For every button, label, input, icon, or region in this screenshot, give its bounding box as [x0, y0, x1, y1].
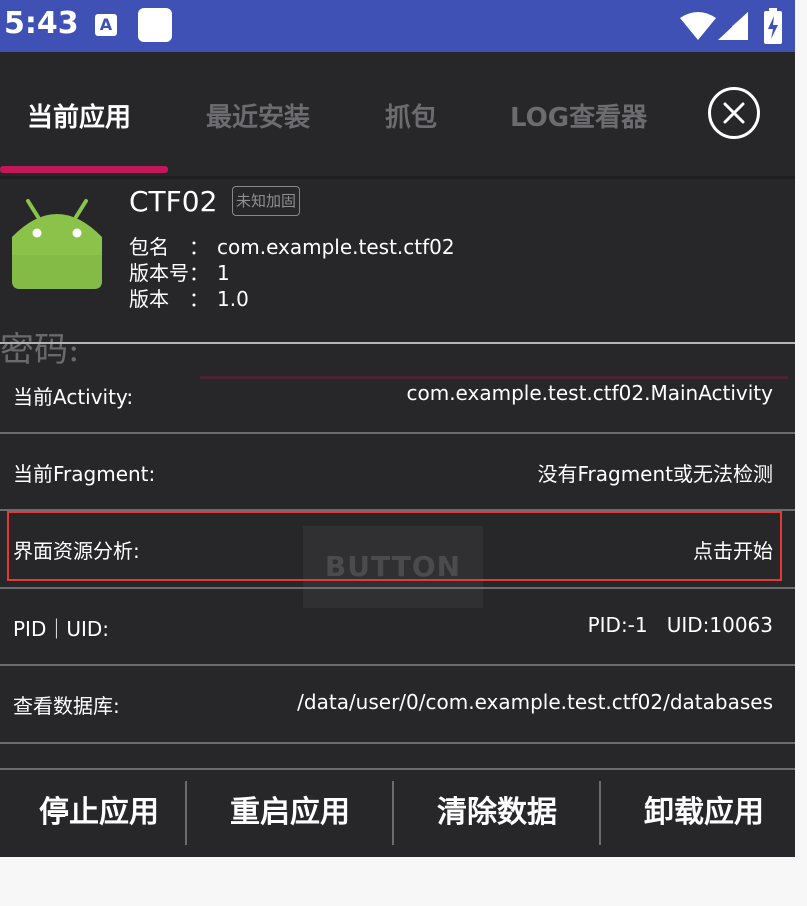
action-bar: 停止应用 重启应用 清除数据 卸载应用: [0, 769, 795, 857]
pid-uid-value: PID:-1 UID:10063: [587, 613, 773, 637]
database-label: 查看数据库:: [13, 694, 120, 718]
notification-icon: A: [95, 14, 117, 36]
battery-charging-icon: [764, 8, 782, 44]
tab-indicator: [0, 166, 168, 173]
version-name: 1.0: [217, 287, 249, 311]
fragment-row[interactable]: 当前Fragment: 没有Fragment或无法检测: [0, 433, 795, 509]
restart-app-button[interactable]: 重启应用: [191, 769, 389, 857]
uninstall-app-button[interactable]: 卸载应用: [605, 769, 803, 857]
version-code-label: 版本号: [129, 261, 189, 285]
tab-bar: 当前应用 最近安装 抓包 LOG查看器: [0, 52, 795, 177]
clear-data-button[interactable]: 清除数据: [398, 769, 596, 857]
status-time: 5:43: [4, 6, 79, 41]
wifi-icon: [680, 12, 716, 40]
database-path: /data/user/0/com.example.test.ctf02/data…: [297, 690, 773, 714]
database-row[interactable]: 查看数据库: /data/user/0/com.example.test.ctf…: [0, 665, 795, 741]
package-name: com.example.test.ctf02: [217, 235, 455, 259]
row-divider: [0, 742, 795, 744]
tab-log-viewer[interactable]: LOG查看器: [510, 97, 647, 134]
tab-bar-shadow: [0, 176, 795, 179]
status-bar: 5:43 A: [0, 0, 795, 52]
header-divider: [0, 342, 795, 344]
close-button[interactable]: [708, 87, 760, 139]
version-code: 1: [217, 261, 230, 285]
app-name: CTF02: [129, 185, 218, 218]
version-name-row: 版本 ： 1.0: [129, 287, 249, 311]
notification-square-icon: [138, 8, 172, 42]
signal-icon: [718, 12, 748, 40]
fragment-value: 没有Fragment或无法检测: [537, 462, 773, 486]
version-code-row: 版本号： 1: [129, 261, 230, 285]
android-app-icon: [12, 199, 102, 289]
stop-app-button[interactable]: 停止应用: [0, 769, 198, 857]
action-separator: [599, 781, 601, 845]
tab-packet-capture[interactable]: 抓包: [385, 97, 437, 134]
version-name-label: 版本: [129, 287, 169, 311]
action-separator: [392, 781, 394, 845]
highlight-box: [7, 511, 782, 581]
package-row: 包名 ： com.example.test.ctf02: [129, 235, 455, 259]
close-icon: [723, 102, 745, 124]
tab-recent-installs[interactable]: 最近安装: [206, 97, 310, 134]
activity-row[interactable]: 当前Activity: com.example.test.ctf02.MainA…: [0, 356, 795, 432]
package-label: 包名: [129, 235, 169, 259]
pid-uid-label: PID｜UID:: [13, 617, 110, 641]
harden-badge: 未知加固: [232, 186, 301, 216]
activity-label: 当前Activity:: [13, 385, 134, 409]
dev-assistant-panel: 密码: BUTTON 当前应用 最近安装 抓包 LOG查看器 CTF02 未知加…: [0, 52, 795, 857]
tab-current-app[interactable]: 当前应用: [27, 97, 131, 134]
action-separator: [185, 781, 187, 845]
pid-uid-row[interactable]: PID｜UID: PID:-1 UID:10063: [0, 588, 795, 664]
activity-value: com.example.test.ctf02.MainActivity: [406, 381, 773, 405]
fragment-label: 当前Fragment:: [13, 462, 156, 486]
